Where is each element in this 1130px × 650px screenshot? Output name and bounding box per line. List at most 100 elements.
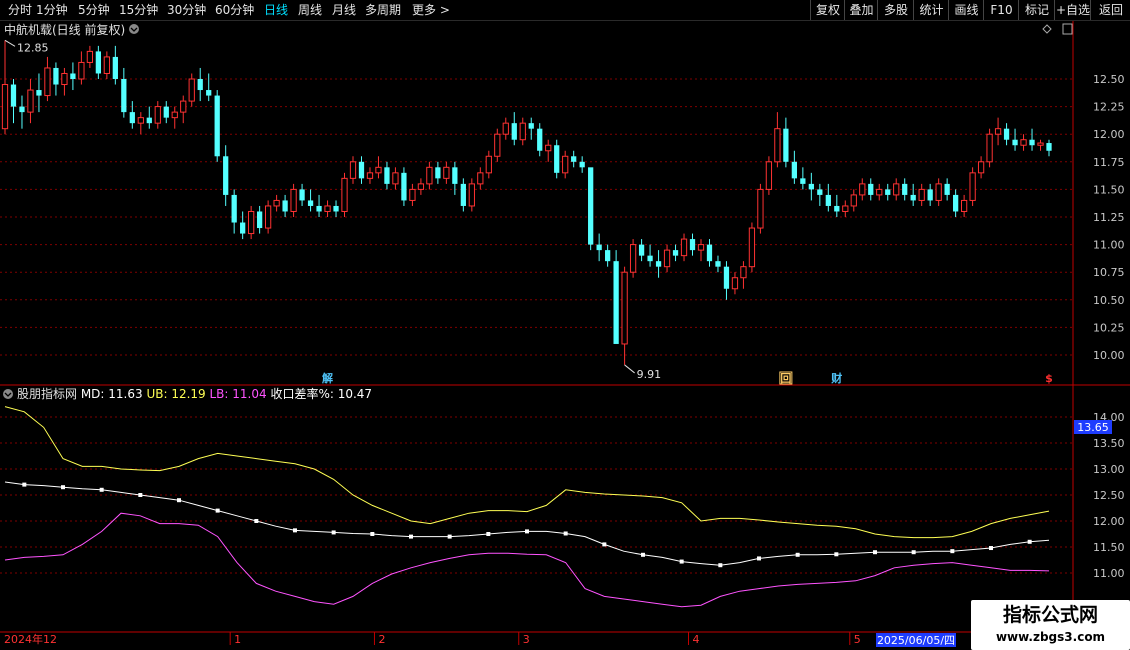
candle-body [171,111,178,119]
panel-toggle-icon [1062,23,1073,35]
watermark-url: www.zbgs3.com [995,630,1106,644]
candle-body [248,210,255,235]
candle-body [10,84,17,107]
candle-body [977,161,985,174]
candle-body [757,188,764,229]
md-point [138,493,143,497]
candle-body [95,51,101,74]
candle-body [706,244,713,262]
candle-body [341,177,348,212]
diamond-icon [1042,24,1052,34]
candle-body [935,183,942,201]
candle-body [468,183,475,207]
candle-body [70,73,76,79]
candle-body [409,188,416,201]
low-price-label: 9.91 [637,368,662,381]
candle-body [876,188,883,196]
cursor-date: 2025/06/05/四 [877,634,955,647]
candle-body [868,183,874,195]
candle-body [494,133,501,157]
high-pointer [4,39,16,47]
candle-body [672,250,679,256]
candle-body [417,183,425,190]
candle-body [765,161,773,190]
candle-body [299,189,305,201]
md-point [525,529,529,534]
candle-body [137,117,144,124]
candle-body [163,106,169,118]
candle-body [910,194,916,201]
candle-body [663,249,671,268]
candle-body [231,194,237,223]
candle-body [715,261,721,267]
price-tick-label: 11.00 [1093,239,1125,252]
time-label: 2 [378,633,385,646]
candle-body [554,145,560,173]
candle-body [545,144,552,152]
candle-body [188,78,195,102]
candle-body [647,255,653,262]
candle-body [375,166,382,174]
candle-body [460,183,466,206]
price-tick-label: 12.50 [1093,73,1125,86]
candle-body [579,161,585,168]
watermark-title: 指标公式网 [1002,604,1098,626]
candle-body [511,123,517,140]
md-point [989,546,993,551]
title-dropdown-icon [129,24,139,34]
candle-body [893,183,900,196]
candle-body [748,227,756,268]
candle-body [969,172,976,201]
candle-body [994,128,1002,135]
series-line-ub [4,406,1050,539]
candle-body [689,239,696,251]
candle-body [86,50,94,63]
candle-body [264,205,272,229]
md-point [177,498,181,503]
md-point [447,534,452,539]
candle-body [571,156,577,162]
candle-body [731,277,739,290]
candle-body [953,194,959,212]
candle-body [562,155,569,174]
md-point [409,534,413,539]
candle-body [825,194,831,206]
candle-body [697,244,705,251]
candle-body [154,106,161,124]
candle-body [1046,143,1052,151]
candle-body [103,56,110,74]
md-point [99,487,104,492]
price-tick-label: 11.25 [1093,211,1125,224]
candle-body [502,122,509,135]
candle-body [214,95,220,157]
candle-body [605,250,611,262]
candle-body [180,100,187,113]
candle-body [78,61,85,80]
candle-body [1012,139,1018,146]
candle-body [443,166,450,179]
indicator-tick-label: 11.00 [1093,567,1125,580]
candle-body [349,161,357,179]
candle-body [902,183,908,195]
md-point [718,563,723,568]
candle-body [146,117,152,124]
candle-body [112,56,118,79]
candle-body [129,112,135,124]
time-label: 2024年12 [4,632,57,646]
candle-body [723,266,730,289]
candle-body [596,244,602,251]
indicator-tick-label: 12.00 [1093,515,1125,528]
md-point [563,531,568,536]
event-marker: $ [1045,372,1053,385]
md-point [757,556,761,561]
candle-body [197,79,203,91]
candle-body [121,79,127,113]
candle-body [426,166,433,185]
candle-body [1,84,9,130]
candle-body [960,199,968,212]
candle-body [44,67,51,97]
md-point [486,532,491,536]
candle-body [316,205,322,212]
md-point [641,552,645,557]
candle-body [1037,142,1044,146]
